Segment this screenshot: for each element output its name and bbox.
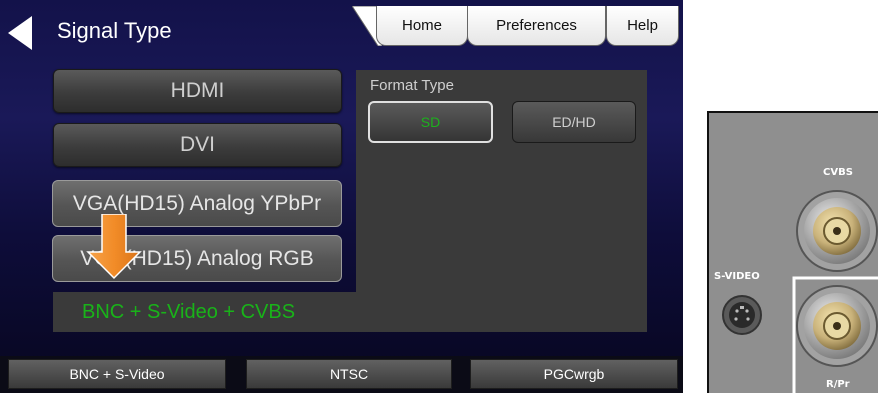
tab-home[interactable]: Home [376,6,468,46]
page-title: Signal Type [57,18,172,43]
r-pr-label: R/Pr [826,379,850,390]
status-pattern-button[interactable]: PGCwrgb [470,359,678,389]
status-signal-button[interactable]: BNC + S-Video [8,359,226,389]
status-format-button[interactable]: NTSC [246,359,452,389]
tab-preferences[interactable]: Preferences [467,6,606,46]
cvbs-connector [796,190,878,272]
cvbs-label: CVBS [823,167,853,178]
rear-panel-connectors [722,190,878,393]
tab-help[interactable]: Help [606,6,679,46]
s-video-label: S-VIDEO [714,271,760,282]
format-type-label: Format Type [370,77,454,94]
dvi-button[interactable]: DVI [53,123,342,167]
s-video-connector [722,295,762,335]
hdmi-button[interactable]: HDMI [53,69,342,113]
down-arrow-icon [86,214,142,280]
rear-panel-photo: CVBS S-VIDEO R/Pr [707,111,878,393]
format-edhd-button[interactable]: ED/HD [512,101,636,143]
format-sd-button[interactable]: SD [368,101,493,143]
r-pr-connector [796,285,878,367]
bnc-svideo-cvbs-option[interactable]: BNC + S-Video + CVBS [53,292,647,332]
device-screen: Signal Type Home Preferences Help HDMI D… [0,0,683,393]
back-arrow-icon[interactable] [8,16,32,50]
